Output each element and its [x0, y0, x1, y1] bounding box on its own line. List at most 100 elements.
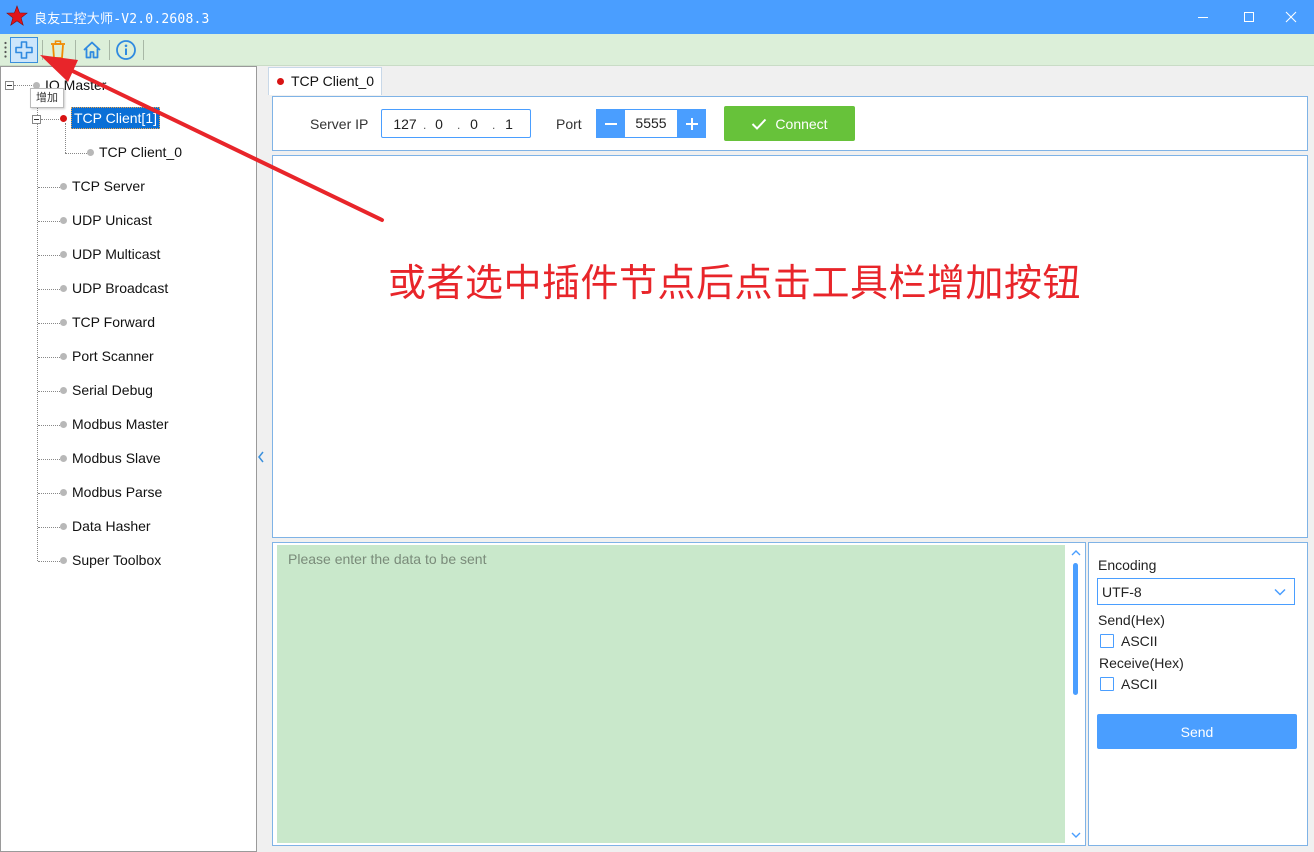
send-scrollbar[interactable] — [1069, 545, 1083, 843]
ip-octet-1[interactable]: 127 — [390, 116, 420, 132]
tree-connector — [38, 255, 60, 256]
tree-item-udp-unicast[interactable]: UDP Unicast — [72, 212, 152, 228]
tcp-client-status-dot — [60, 115, 67, 122]
tree-item-udp-broadcast[interactable]: UDP Broadcast — [72, 280, 168, 296]
tree-item-modbus-slave[interactable]: Modbus Slave — [72, 450, 161, 466]
receive-ascii-checkbox[interactable] — [1100, 677, 1114, 691]
tree-item-tcp-server[interactable]: TCP Server — [72, 178, 145, 194]
encoding-value: UTF-8 — [1102, 584, 1142, 600]
tcp-client-0-status-dot — [87, 149, 94, 156]
tree-connector — [38, 187, 60, 188]
scroll-up-icon[interactable] — [1069, 547, 1083, 559]
tree-connector — [38, 323, 60, 324]
maximize-button[interactable] — [1226, 0, 1272, 34]
encoding-select[interactable]: UTF-8 — [1097, 578, 1295, 605]
tab-label: TCP Client_0 — [291, 73, 375, 89]
status-dot — [60, 421, 67, 428]
tree-connector — [38, 357, 60, 358]
tree-item-modbus-master[interactable]: Modbus Master — [72, 416, 168, 432]
send-panel: Please enter the data to be sent — [272, 542, 1086, 846]
port-stepper: 5555 — [596, 109, 706, 138]
plugin-tree: IO Master TCP Client[1] TCP Client_0 TCP… — [0, 66, 257, 852]
maximize-icon — [1244, 12, 1254, 22]
about-button[interactable] — [112, 37, 140, 63]
connect-button[interactable]: Connect — [724, 106, 855, 141]
toolbar — [0, 34, 1314, 66]
trash-icon — [51, 40, 65, 59]
tree-item-modbus-parse[interactable]: Modbus Parse — [72, 484, 162, 500]
tree-connector — [38, 289, 60, 290]
tcp-client-expander-icon[interactable] — [32, 115, 41, 124]
tree-item-tcp-forward[interactable]: TCP Forward — [72, 314, 155, 330]
receive-area[interactable] — [272, 155, 1308, 538]
home-button[interactable] — [78, 37, 106, 63]
port-decrement-button[interactable] — [596, 109, 625, 138]
status-dot — [60, 251, 67, 258]
status-dot — [60, 455, 67, 462]
tree-connector — [65, 153, 87, 154]
tree-item-data-hasher[interactable]: Data Hasher — [72, 518, 151, 534]
port-label: Port — [556, 116, 582, 132]
send-ascii-label: ASCII — [1121, 633, 1158, 649]
chevron-left-icon — [258, 451, 264, 463]
status-dot — [60, 489, 67, 496]
tree-item-port-scanner[interactable]: Port Scanner — [72, 348, 154, 364]
ip-octet-4[interactable]: 1 — [494, 116, 524, 132]
server-ip-label: Server IP — [310, 116, 369, 132]
tab-tcp-client-0[interactable]: TCP Client_0 — [268, 67, 382, 95]
send-button[interactable]: Send — [1097, 714, 1297, 749]
connect-label: Connect — [775, 115, 828, 132]
root-expander-icon[interactable] — [5, 81, 14, 90]
port-input[interactable]: 5555 — [625, 109, 677, 138]
status-dot — [60, 319, 67, 326]
tree-connector — [38, 493, 60, 494]
receive-ascii-label: ASCII — [1121, 676, 1158, 692]
plus-icon — [685, 117, 698, 130]
ip-octet-3[interactable]: 0 — [459, 116, 489, 132]
send-hex-label: Send(Hex) — [1098, 612, 1165, 628]
app-star-icon — [6, 5, 28, 26]
toolbar-grip-icon[interactable] — [4, 41, 7, 59]
plus-icon — [15, 41, 33, 59]
minimize-button[interactable] — [1180, 0, 1226, 34]
status-dot — [60, 387, 67, 394]
home-icon — [83, 41, 101, 59]
tree-item-tcp-client[interactable]: TCP Client[1] — [71, 107, 160, 129]
tree-connector — [38, 425, 60, 426]
tree-connector — [37, 89, 38, 561]
info-icon — [116, 40, 136, 60]
tree-connector — [38, 221, 60, 222]
tree-item-tcp-client-0[interactable]: TCP Client_0 — [99, 144, 182, 160]
tree-connector — [38, 527, 60, 528]
tree-connector — [41, 119, 59, 120]
tree-item-super-toolbox[interactable]: Super Toolbox — [72, 552, 161, 568]
minus-icon — [604, 122, 617, 125]
tree-connector — [65, 123, 66, 153]
delete-button[interactable] — [44, 37, 72, 63]
tree-connector — [38, 459, 60, 460]
encoding-label: Encoding — [1098, 557, 1157, 573]
server-ip-input[interactable]: 127 . 0 . 0 . 1 — [381, 109, 531, 138]
status-dot — [60, 285, 67, 292]
toolbar-separator — [143, 40, 144, 60]
send-ascii-checkbox[interactable] — [1100, 634, 1114, 648]
panel-collapse-handle[interactable] — [256, 445, 266, 473]
annotation-text: 或者选中插件节点后点击工具栏增加按钮 — [388, 261, 1082, 305]
close-button[interactable] — [1268, 0, 1314, 34]
port-increment-button[interactable] — [677, 109, 706, 138]
tree-item-udp-multicast[interactable]: UDP Multicast — [72, 246, 160, 262]
scroll-down-icon[interactable] — [1069, 829, 1083, 841]
tree-connector — [38, 391, 60, 392]
status-dot — [60, 523, 67, 530]
tree-connector — [14, 85, 34, 86]
status-dot — [60, 183, 67, 190]
send-options-panel: Encoding UTF-8 Send(Hex) ASCII Receive(H… — [1088, 542, 1308, 846]
add-tooltip: 增加 — [30, 88, 64, 108]
scroll-thumb[interactable] — [1073, 563, 1078, 695]
toolbar-separator — [42, 40, 43, 60]
tree-item-serial-debug[interactable]: Serial Debug — [72, 382, 153, 398]
window-title: 良友工控大师-V2.0.2608.3 — [34, 12, 210, 27]
add-button[interactable] — [10, 37, 38, 63]
send-input[interactable]: Please enter the data to be sent — [277, 545, 1065, 843]
ip-octet-2[interactable]: 0 — [424, 116, 454, 132]
